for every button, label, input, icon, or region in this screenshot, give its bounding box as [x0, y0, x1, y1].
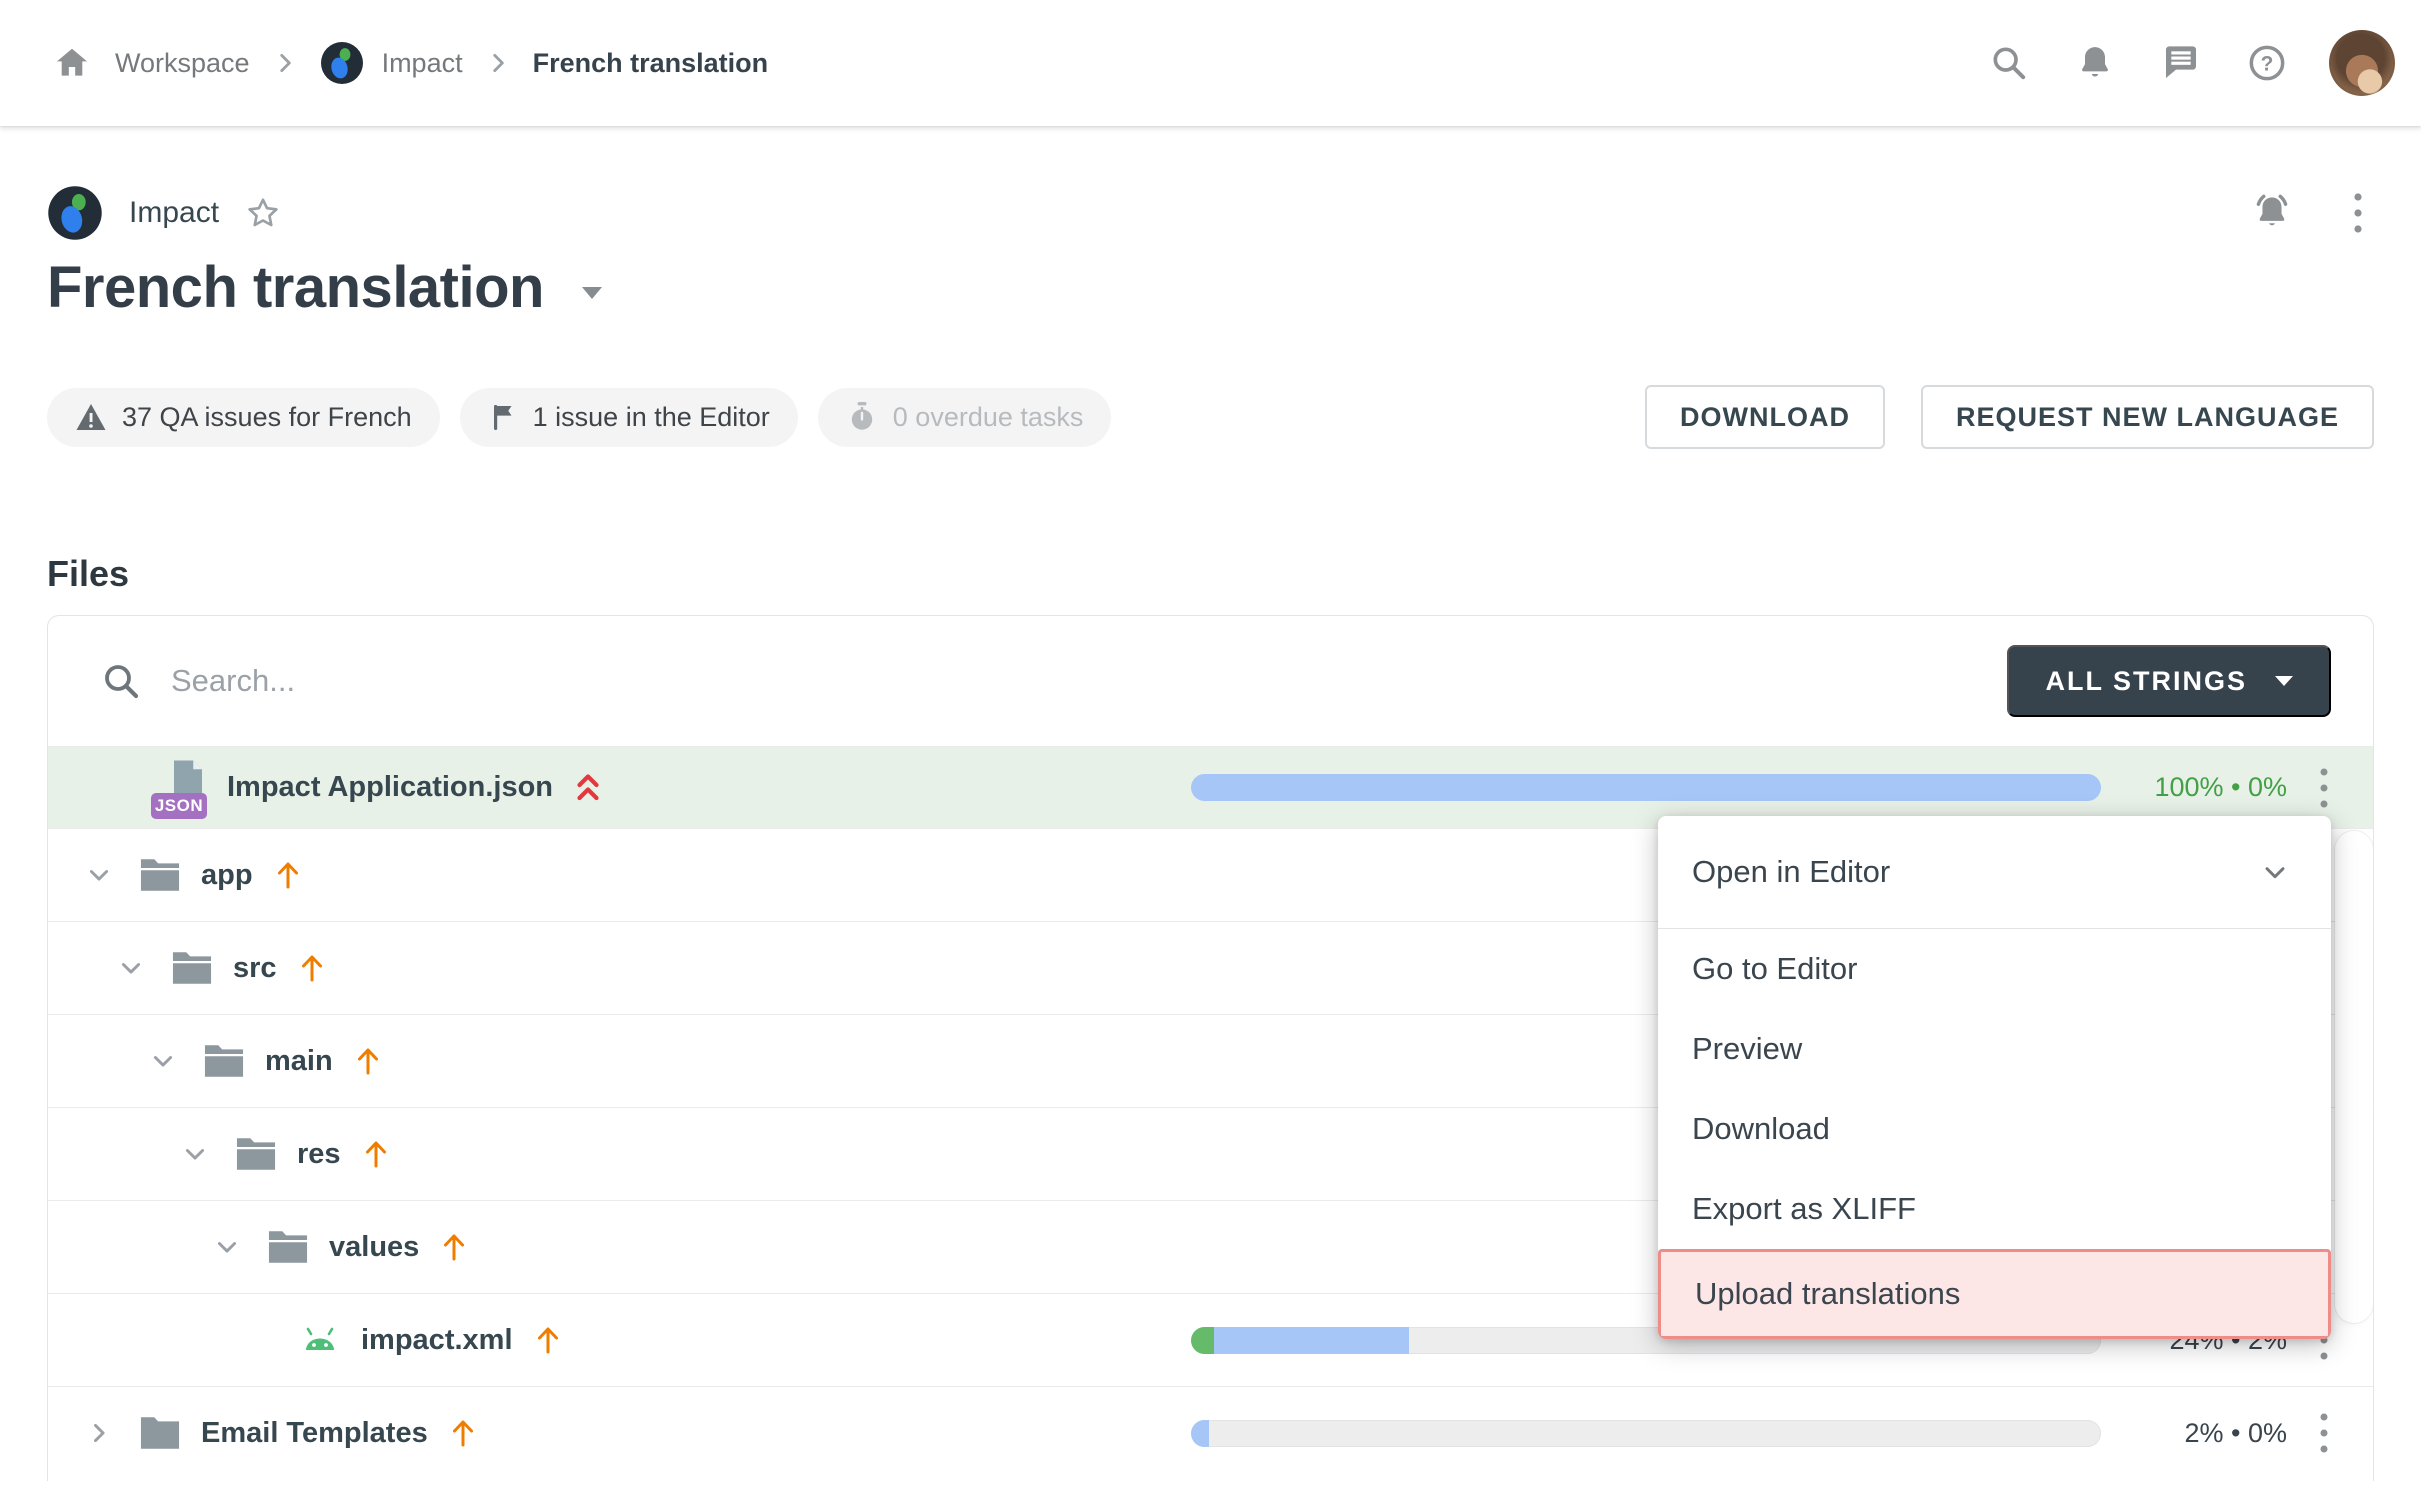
breadcrumb-project[interactable]: Impact: [382, 48, 463, 79]
download-button[interactable]: DOWNLOAD: [1645, 385, 1885, 449]
chevron-down-icon[interactable]: [149, 1047, 177, 1075]
json-file-icon: JSON: [151, 757, 209, 819]
breadcrumb-current-page: French translation: [533, 48, 769, 79]
warning-icon: [75, 402, 107, 432]
chevron-down-icon: [2259, 856, 2291, 888]
scrollbar-thumb[interactable]: [2335, 831, 2373, 1323]
chevron-down-icon: [2275, 676, 2293, 686]
project-logo-icon: [47, 185, 103, 241]
search-icon[interactable]: [1989, 43, 2029, 83]
translation-progress-bar: [1191, 774, 2101, 801]
project-name: Impact: [129, 196, 219, 230]
breadcrumb-workspace[interactable]: Workspace: [115, 48, 250, 79]
folder-open-icon: [233, 1134, 279, 1174]
progress-segment-blue: [1191, 774, 2101, 801]
chevron-right-icon: [272, 50, 298, 76]
menu-items: Go to EditorPreviewDownloadExport as XLI…: [1658, 929, 2331, 1339]
file-tree-row[interactable]: Email Templates 2% • 0%: [48, 1386, 2373, 1479]
android-file-icon: [297, 1324, 343, 1356]
status-badges-row: 37 QA issues for French 1 issue in the E…: [47, 385, 2374, 449]
arrow-up-icon: [297, 951, 327, 985]
menu-item-go-to-editor[interactable]: Go to Editor: [1658, 929, 2331, 1009]
all-strings-filter-button[interactable]: ALL STRINGS: [2007, 645, 2331, 717]
folder-name[interactable]: values: [329, 1231, 419, 1264]
folder-name[interactable]: src: [233, 952, 277, 985]
chevron-right-icon: [485, 50, 511, 76]
folder-name[interactable]: main: [265, 1045, 333, 1078]
folder-name[interactable]: Email Templates: [201, 1417, 428, 1450]
progress-segment-blue: [1214, 1327, 1410, 1354]
top-navigation-bar: Workspace Impact French translation ?: [0, 0, 2421, 126]
menu-item-export-as-xliff[interactable]: Export as XLIFF: [1658, 1169, 2331, 1249]
arrow-up-icon: [439, 1230, 469, 1264]
svg-text:?: ?: [2261, 52, 2274, 75]
arrow-up-icon: [448, 1416, 478, 1450]
json-file-type-badge: JSON: [151, 793, 207, 819]
chevron-down-icon[interactable]: [181, 1140, 209, 1168]
qa-issues-badge[interactable]: 37 QA issues for French: [47, 388, 440, 447]
home-icon[interactable]: [53, 44, 91, 82]
folder-open-icon: [169, 948, 215, 988]
arrow-up-icon: [353, 1044, 383, 1078]
project-kebab-menu-icon[interactable]: [2352, 190, 2364, 236]
folder-open-icon: [137, 855, 183, 895]
title-dropdown-caret-icon[interactable]: [582, 287, 602, 299]
star-favorite-icon[interactable]: [245, 195, 281, 231]
user-avatar[interactable]: [2329, 30, 2395, 96]
folder-closed-icon: [137, 1413, 183, 1453]
progress-segment-blue: [1191, 1420, 1209, 1447]
chevron-down-icon[interactable]: [117, 954, 145, 982]
arrow-up-icon: [273, 858, 303, 892]
file-context-menu: Open in Editor Go to EditorPreviewDownlo…: [1658, 816, 2331, 1339]
chevron-down-icon[interactable]: [85, 861, 113, 889]
row-right-group: 100% • 0%: [1191, 766, 2373, 810]
folder-name[interactable]: app: [201, 859, 253, 892]
translation-progress-bar: [1191, 1420, 2101, 1447]
row-right-group: 2% • 0%: [1191, 1411, 2373, 1455]
progress-segment-green: [1191, 1327, 1214, 1354]
request-new-language-button[interactable]: REQUEST NEW LANGUAGE: [1921, 385, 2374, 449]
chat-icon[interactable]: [2161, 43, 2201, 83]
folder-open-icon: [265, 1227, 311, 1267]
overdue-tasks-badge: 0 overdue tasks: [818, 388, 1112, 447]
project-logo-icon: [320, 41, 364, 85]
project-notifications-bell-icon[interactable]: [2250, 191, 2294, 235]
menu-item-upload-translations[interactable]: Upload translations: [1658, 1249, 2331, 1339]
arrow-up-icon: [533, 1323, 563, 1357]
file-name[interactable]: Impact Application.json: [227, 771, 553, 804]
notifications-bell-icon[interactable]: [2075, 43, 2115, 83]
row-kebab-menu-icon[interactable]: [2287, 1411, 2361, 1455]
menu-item-preview[interactable]: Preview: [1658, 1009, 2331, 1089]
editor-issues-badge[interactable]: 1 issue in the Editor: [460, 388, 798, 447]
files-section-heading: Files: [47, 553, 2374, 595]
files-search-input[interactable]: [171, 663, 2007, 699]
page-title: French translation: [47, 254, 544, 321]
arrow-up-icon: [361, 1137, 391, 1171]
folder-name[interactable]: res: [297, 1138, 341, 1171]
progress-percentages: 2% • 0%: [2127, 1418, 2287, 1449]
files-search-row: ALL STRINGS: [48, 616, 2373, 746]
file-name[interactable]: impact.xml: [361, 1324, 513, 1357]
progress-percentages: 100% • 0%: [2127, 772, 2287, 803]
double-chevron-up-icon: [573, 770, 603, 806]
menu-item-download[interactable]: Download: [1658, 1089, 2331, 1169]
menu-item-open-in-editor[interactable]: Open in Editor: [1658, 816, 2331, 928]
folder-open-icon: [201, 1041, 247, 1081]
flag-icon: [488, 402, 518, 432]
row-kebab-menu-icon[interactable]: [2287, 766, 2361, 810]
chevron-down-icon[interactable]: [213, 1233, 241, 1261]
search-icon: [101, 661, 141, 701]
chevron-right-icon[interactable]: [85, 1419, 113, 1447]
timer-icon: [846, 400, 878, 434]
help-icon[interactable]: ?: [2247, 43, 2287, 83]
